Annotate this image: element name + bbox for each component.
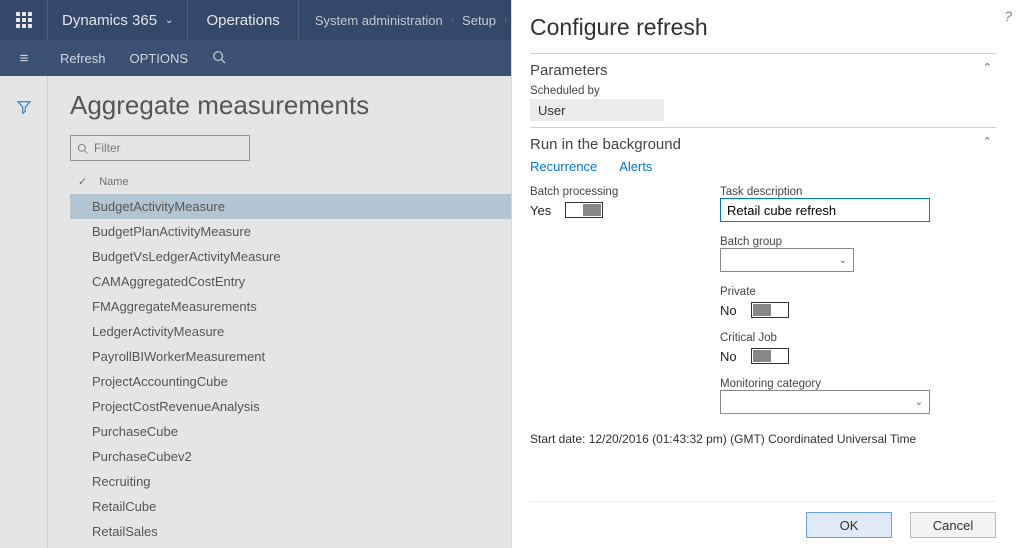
scheduled-by-value[interactable]: User — [530, 99, 664, 121]
section-title[interactable]: Parameters — [530, 62, 996, 79]
batch-processing-value: Yes — [530, 203, 551, 218]
task-description-input[interactable] — [720, 198, 930, 222]
task-description-label: Task description — [720, 186, 996, 198]
breadcrumb-item[interactable]: Setup — [462, 13, 496, 28]
chevron-right-icon: › — [504, 15, 507, 26]
section-title[interactable]: Run in the background — [530, 136, 996, 153]
collapse-icon[interactable]: ⌃ — [983, 135, 992, 148]
batch-group-label: Batch group — [720, 236, 996, 248]
private-label: Private — [720, 286, 996, 298]
module-label[interactable]: Operations — [188, 0, 298, 40]
search-icon[interactable] — [200, 50, 238, 67]
background-tabs: Recurrence Alerts — [530, 159, 996, 174]
critical-job-label: Critical Job — [720, 332, 996, 344]
scheduled-by-label: Scheduled by — [530, 85, 996, 97]
filter-input[interactable]: Filter — [70, 135, 250, 161]
help-icon[interactable]: ? — [1004, 8, 1012, 24]
monitoring-category-dropdown[interactable]: ⌄ — [720, 390, 930, 414]
batch-processing-toggle[interactable] — [565, 202, 603, 218]
collapse-icon[interactable]: ⌃ — [983, 61, 992, 74]
brand-label: Dynamics 365 — [62, 12, 157, 29]
batch-processing-label: Batch processing — [530, 186, 690, 198]
left-rail — [0, 76, 48, 548]
start-date-text: Start date: 12/20/2016 (01:43:32 pm) (GM… — [530, 432, 996, 446]
panel-title: Configure refresh — [530, 14, 996, 41]
ok-button[interactable]: OK — [806, 512, 892, 538]
breadcrumb: System administration › Setup › — [299, 0, 524, 40]
breadcrumb-item[interactable]: System administration — [315, 13, 443, 28]
hamburger-icon[interactable]: ≡ — [0, 40, 48, 76]
section-run-background: Run in the background ⌃ Recurrence Alert… — [530, 127, 996, 452]
chevron-right-icon: › — [451, 15, 454, 26]
brand-menu[interactable]: Dynamics 365 ⌄ — [48, 0, 188, 40]
chevron-down-icon: ⌄ — [915, 397, 923, 408]
critical-job-value: No — [720, 349, 737, 364]
configure-refresh-panel: ? Configure refresh Parameters ⌃ Schedul… — [511, 0, 1024, 548]
refresh-button[interactable]: Refresh — [48, 51, 118, 66]
monitoring-category-label: Monitoring category — [720, 378, 996, 390]
options-button[interactable]: OPTIONS — [118, 51, 201, 66]
cancel-button[interactable]: Cancel — [910, 512, 996, 538]
private-value: No — [720, 303, 737, 318]
private-toggle[interactable] — [751, 302, 789, 318]
tab-alerts[interactable]: Alerts — [619, 159, 652, 174]
batch-group-dropdown[interactable]: ⌄ — [720, 248, 854, 272]
critical-job-toggle[interactable] — [751, 348, 789, 364]
waffle-icon[interactable] — [0, 0, 48, 40]
tab-recurrence[interactable]: Recurrence — [530, 159, 597, 174]
column-name[interactable]: Name — [99, 176, 128, 188]
chevron-down-icon: ⌄ — [839, 255, 847, 266]
check-icon: ✓ — [78, 175, 87, 188]
filter-placeholder: Filter — [94, 141, 121, 155]
filter-funnel-icon[interactable] — [17, 100, 31, 117]
panel-footer: OK Cancel — [530, 501, 996, 538]
section-parameters: Parameters ⌃ Scheduled by User — [530, 53, 996, 127]
chevron-down-icon: ⌄ — [165, 15, 173, 26]
